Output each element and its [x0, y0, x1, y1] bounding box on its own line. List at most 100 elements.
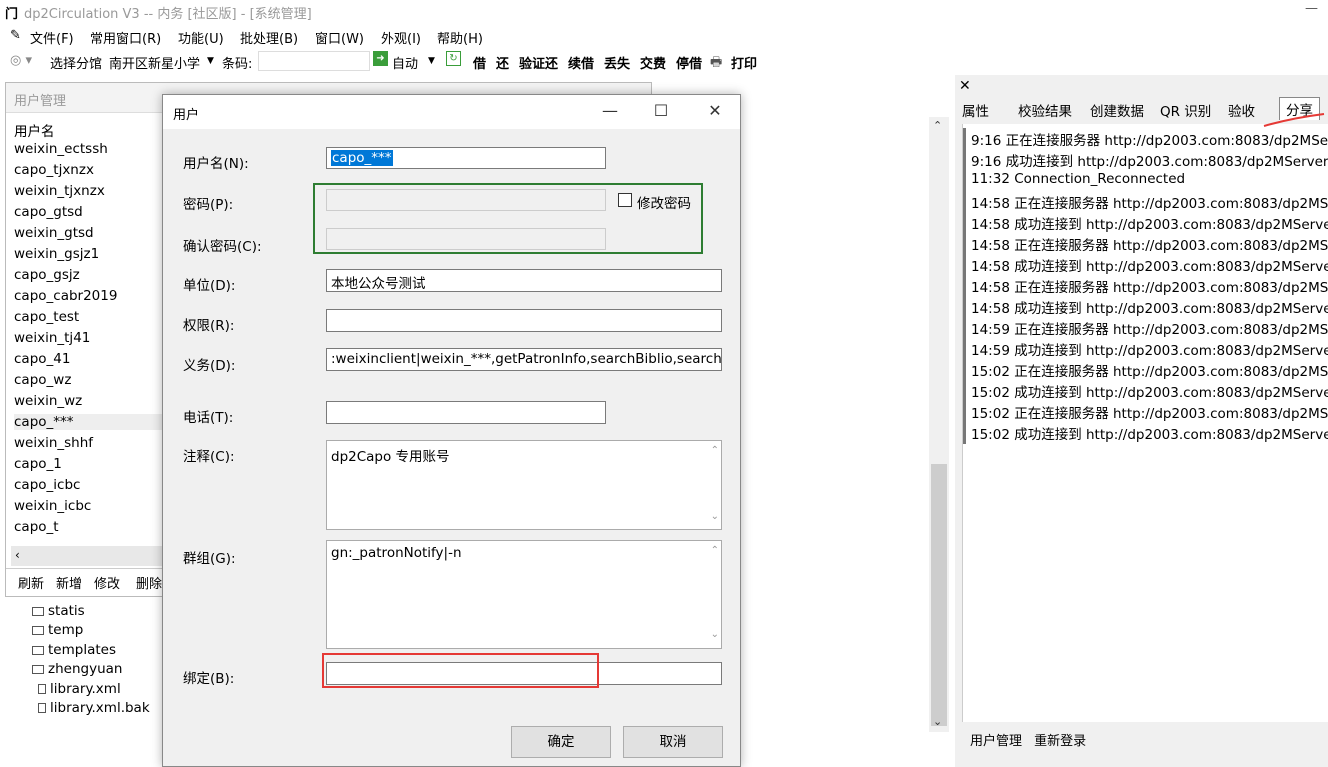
action-verify-return[interactable]: 验证还 [519, 53, 558, 72]
tree-item[interactable]: library.xml.bak [38, 700, 150, 716]
username-label: 用户名(N): [183, 156, 249, 172]
list-item[interactable]: capo_1 [14, 456, 62, 472]
list-item[interactable]: capo_wz [14, 372, 71, 388]
select-branch-label[interactable]: 选择分馆 [50, 53, 102, 72]
log-line: 14:58 正在连接服务器 http://dp2003.com:8083/dp2… [971, 238, 1328, 254]
log-area: 9:16 正在连接服务器 http://dp2003.com:8083/dp2M… [962, 124, 1328, 722]
menu-help[interactable]: 帮助(H) [437, 28, 483, 47]
comment-textarea[interactable]: dp2Capo 专用账号 ⌃ ⌄ [326, 440, 722, 530]
auto-label[interactable]: 自动 [392, 53, 418, 72]
tab-qr[interactable]: QR 识别 [1160, 100, 1211, 120]
refresh-button[interactable]: 刷新 [18, 573, 44, 592]
tree-item[interactable]: temp [32, 622, 83, 638]
list-item[interactable]: weixin_gtsd [14, 225, 94, 241]
scroll-down-icon[interactable]: ⌄ [933, 715, 942, 728]
scroll-left-icon[interactable]: ‹ [15, 548, 20, 562]
cancel-button[interactable]: 取消 [623, 726, 723, 758]
list-item[interactable]: weixin_tj41 [14, 330, 90, 346]
scroll-up-icon[interactable]: ⌃ [711, 545, 719, 556]
printer-icon[interactable]: 🖶 [710, 53, 722, 75]
list-item[interactable]: weixin_shhf [14, 435, 93, 451]
ok-button[interactable]: 确定 [511, 726, 611, 758]
main-scrollbar[interactable]: ⌃ ⌄ [929, 117, 949, 732]
list-item[interactable]: capo_icbc [14, 477, 80, 493]
list-item[interactable]: capo_test [14, 309, 79, 325]
branch-dropdown-icon[interactable]: ▼ [207, 56, 214, 66]
folder-icon [32, 645, 44, 655]
list-item[interactable]: weixin_wz [14, 393, 82, 409]
list-item[interactable]: capo_cabr2019 [14, 288, 117, 304]
rights-field[interactable] [326, 309, 722, 332]
scroll-up-icon[interactable]: ⌃ [933, 119, 942, 132]
action-borrow[interactable]: 借 [473, 53, 486, 72]
group-textarea[interactable]: gn:_patronNotify|-n ⌃ ⌄ [326, 540, 722, 649]
menu-common-windows[interactable]: 常用窗口(R) [90, 28, 161, 47]
tab-create-data[interactable]: 创建数据 [1090, 100, 1144, 120]
menu-batch[interactable]: 批处理(B) [240, 28, 298, 47]
log-line: 14:59 成功连接到 http://dp2003.com:8083/dp2MS… [971, 343, 1328, 359]
action-suspend[interactable]: 停借 [676, 53, 702, 72]
action-lost[interactable]: 丢失 [604, 53, 630, 72]
tab-acceptance[interactable]: 验收 [1228, 100, 1255, 120]
list-item[interactable]: capo_41 [14, 351, 70, 367]
menu-file[interactable]: 文件(F) [30, 28, 74, 47]
horizontal-scrollbar[interactable]: ‹ [11, 546, 171, 566]
auto-dropdown-icon[interactable]: ▼ [428, 56, 435, 66]
list-item[interactable]: weixin_icbc [14, 498, 91, 514]
action-renew[interactable]: 续借 [568, 53, 594, 72]
minimize-icon[interactable]: — [595, 101, 625, 120]
group-label: 群组(G): [183, 551, 236, 567]
phone-field[interactable] [326, 401, 606, 424]
user-management-link[interactable]: 用户管理 [970, 734, 1022, 749]
list-item[interactable]: weixin_gsjz1 [14, 246, 99, 262]
menu-window[interactable]: 窗口(W) [315, 28, 364, 47]
list-item-selected[interactable]: capo_*** [14, 414, 169, 430]
menu-appearance[interactable]: 外观(I) [381, 28, 421, 47]
action-pay[interactable]: 交费 [640, 53, 666, 72]
auto-arrow-icon[interactable]: ➜ [373, 51, 388, 66]
tree-item[interactable]: library.xml [38, 681, 121, 697]
list-item[interactable]: capo_gsjz [14, 267, 80, 283]
action-return[interactable]: 还 [496, 53, 509, 72]
tab-verify-results[interactable]: 校验结果 [1018, 100, 1072, 120]
scroll-down-icon[interactable]: ⌄ [711, 629, 719, 640]
toolbar: ◎ ▾ 选择分馆 南开区新星小学 ▼ 条码: ➜ 自动 ▼ ↻ 借 还 验证还 … [0, 48, 1328, 75]
log-line: 9:16 正在连接服务器 http://dp2003.com:8083/dp2M… [971, 133, 1328, 149]
modify-button[interactable]: 修改 [94, 573, 120, 592]
close-icon[interactable]: ✕ [959, 78, 971, 94]
add-button[interactable]: 新增 [56, 573, 82, 592]
scroll-thumb[interactable] [931, 464, 947, 726]
minimize-button[interactable]: — [1305, 1, 1318, 16]
tree-item[interactable]: statis [32, 603, 85, 619]
branch-name[interactable]: 南开区新星小学 [109, 53, 200, 72]
branch-icon[interactable]: ◎ ▾ [10, 53, 32, 68]
tree-item[interactable]: templates [32, 642, 116, 658]
group-value: gn:_patronNotify|-n [331, 545, 462, 561]
log-line: 14:58 成功连接到 http://dp2003.com:8083/dp2MS… [971, 301, 1328, 317]
tab-properties[interactable]: 属性 [962, 100, 989, 120]
window-title: dp2Circulation V3 -- 内务 [社区版] - [系统管理] [24, 7, 312, 22]
list-item[interactable]: weixin_tjxnzx [14, 183, 105, 199]
duty-field[interactable]: :weixinclient|weixin_***,getPatronInfo,s… [326, 348, 722, 371]
log-line: 14:58 正在连接服务器 http://dp2003.com:8083/dp2… [971, 280, 1328, 296]
list-item[interactable]: weixin_ectssh [14, 141, 108, 157]
folder-icon [32, 606, 44, 616]
maximize-icon[interactable]: ☐ [646, 101, 676, 120]
username-field[interactable]: capo_*** [326, 147, 606, 169]
refresh-icon[interactable]: ↻ [446, 51, 461, 66]
list-item[interactable]: capo_gtsd [14, 204, 83, 220]
unit-field[interactable]: 本地公众号测试 [326, 269, 722, 292]
list-item[interactable]: capo_t [14, 519, 59, 535]
relogin-link[interactable]: 重新登录 [1034, 734, 1086, 749]
column-header[interactable]: 用户名 [14, 120, 55, 140]
barcode-input[interactable] [258, 51, 370, 71]
log-line: 15:02 成功连接到 http://dp2003.com:8083/dp2MS… [971, 385, 1328, 401]
tree-item[interactable]: zhengyuan [32, 661, 122, 677]
menu-function[interactable]: 功能(U) [178, 28, 224, 47]
scroll-up-icon[interactable]: ⌃ [711, 445, 719, 456]
delete-button[interactable]: 删除 [136, 573, 162, 592]
close-icon[interactable]: ✕ [700, 101, 730, 120]
print-button[interactable]: 打印 [731, 53, 757, 72]
scroll-down-icon[interactable]: ⌄ [711, 511, 719, 522]
list-item[interactable]: capo_tjxnzx [14, 162, 94, 178]
